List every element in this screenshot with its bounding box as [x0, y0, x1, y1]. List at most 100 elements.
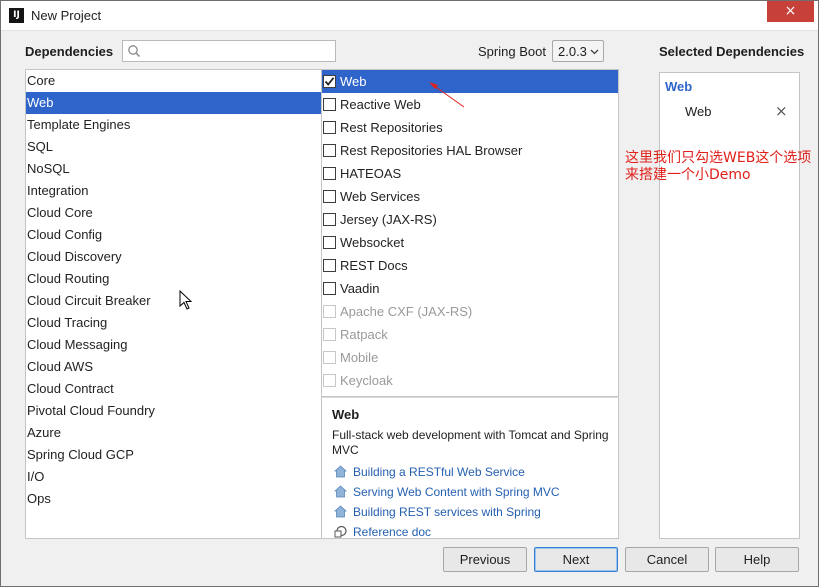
category-item[interactable]: Cloud Discovery	[26, 246, 321, 268]
new-project-dialog: IJ New Project × Dependencies Spring Boo…	[0, 0, 819, 587]
spring-boot-version-select[interactable]: 2.0.3	[552, 40, 604, 62]
dependency-list: Web Reactive Web Rest Repositories Rest Rep…	[321, 69, 619, 397]
checkbox[interactable]	[323, 167, 336, 180]
category-item[interactable]: SQL	[26, 136, 321, 158]
dependency-item[interactable]: Websocket	[322, 231, 618, 254]
guide-link-label: Serving Web Content with Spring MVC	[353, 485, 560, 499]
dependency-label: Rest Repositories	[340, 120, 443, 135]
checkbox[interactable]	[323, 75, 336, 88]
title-bar: IJ New Project ×	[1, 1, 818, 31]
home-icon	[334, 465, 347, 478]
dependency-label: Web	[340, 74, 367, 89]
category-item[interactable]: Cloud Contract	[26, 378, 321, 400]
previous-button[interactable]: Previous	[443, 547, 527, 572]
checkmark-icon	[324, 77, 335, 86]
window-title: New Project	[31, 8, 102, 23]
category-item[interactable]: Azure	[26, 422, 321, 444]
dependency-label: Apache CXF (JAX-RS)	[340, 304, 473, 319]
category-item[interactable]: NoSQL	[26, 158, 321, 180]
dependency-label: Web Services	[340, 189, 420, 204]
dependency-item[interactable]: Reactive Web	[322, 93, 618, 116]
intellij-app-icon: IJ	[9, 8, 24, 23]
mouse-cursor-icon	[179, 290, 193, 310]
category-item[interactable]: Core	[26, 70, 321, 92]
dependency-item[interactable]: Web	[322, 70, 618, 93]
checkbox[interactable]	[323, 259, 336, 272]
category-item[interactable]: Cloud AWS	[26, 356, 321, 378]
selected-dependency-item: Web	[685, 104, 712, 119]
dependency-item: Keycloak	[322, 369, 618, 392]
checkbox[interactable]	[323, 144, 336, 157]
reference-doc-label: Reference doc	[353, 525, 432, 539]
category-item[interactable]: Cloud Routing	[26, 268, 321, 290]
category-list: Core Web Template Engines SQL NoSQL Integrati…	[25, 69, 322, 539]
checkbox[interactable]	[323, 98, 336, 111]
chevron-down-icon	[590, 49, 599, 55]
dependency-label: Websocket	[340, 235, 405, 250]
search-icon	[128, 45, 141, 58]
guide-link-label: Building a RESTful Web Service	[353, 465, 525, 479]
dependency-label: Mobile	[340, 350, 379, 365]
category-item[interactable]: Spring Cloud GCP	[26, 444, 321, 466]
checkbox[interactable]	[323, 236, 336, 249]
dependency-item[interactable]: Web Services	[322, 185, 618, 208]
dependency-item[interactable]: Rest Repositories	[322, 116, 618, 139]
category-item[interactable]: Web	[26, 92, 321, 114]
checkbox	[323, 351, 336, 364]
selected-dependencies-panel: Web Web ×	[659, 72, 800, 539]
category-item[interactable]: Pivotal Cloud Foundry	[26, 400, 321, 422]
category-item[interactable]: Cloud Core	[26, 202, 321, 224]
category-item[interactable]: Ops	[26, 488, 321, 510]
category-item[interactable]: Cloud Config	[26, 224, 321, 246]
checkbox[interactable]	[323, 213, 336, 226]
checkbox	[323, 305, 336, 318]
dependency-item[interactable]: Jersey (JAX-RS)	[322, 208, 618, 231]
dependency-label: REST Docs	[340, 258, 408, 273]
selected-group-title: Web	[665, 79, 693, 94]
category-item[interactable]: Cloud Messaging	[26, 334, 321, 356]
spring-boot-version-value: 2.0.3	[558, 44, 587, 59]
guide-link-label: Building REST services with Spring	[353, 505, 541, 519]
category-item[interactable]: Integration	[26, 180, 321, 202]
checkbox[interactable]	[323, 121, 336, 134]
dependency-label: Ratpack	[340, 327, 388, 342]
search-input[interactable]	[145, 43, 331, 59]
annotation-note: 这里我们只勾选WEB这个选项来搭建一个小Demo	[625, 150, 812, 183]
checkbox[interactable]	[323, 190, 336, 203]
dependency-item[interactable]: Rest Repositories HAL Browser	[322, 139, 618, 162]
dependency-item[interactable]: REST Docs	[322, 254, 618, 277]
home-icon	[334, 505, 347, 518]
checkbox[interactable]	[323, 282, 336, 295]
dependency-label: Jersey (JAX-RS)	[340, 212, 437, 227]
dependency-item: Mobile	[322, 346, 618, 369]
dependency-item: Apache CXF (JAX-RS)	[322, 300, 618, 323]
checkbox	[323, 374, 336, 387]
dependency-label: Rest Repositories HAL Browser	[340, 143, 523, 158]
spring-boot-label: Spring Boot	[478, 44, 546, 59]
category-item[interactable]: Cloud Circuit Breaker	[26, 290, 321, 312]
dependency-label: Reactive Web	[340, 97, 421, 112]
description-text: Full-stack web development with Tomcat a…	[332, 428, 609, 457]
category-item[interactable]: Template Engines	[26, 114, 321, 136]
close-button[interactable]: ×	[767, 1, 814, 22]
description-title: Web	[332, 407, 360, 422]
checkbox	[323, 328, 336, 341]
dependency-label: Keycloak	[340, 373, 393, 388]
selected-dependencies-label: Selected Dependencies	[659, 44, 805, 59]
dependencies-label: Dependencies	[25, 44, 114, 59]
dependency-label: Vaadin	[340, 281, 380, 296]
remove-icon[interactable]: ×	[775, 102, 788, 120]
reference-icon	[334, 525, 347, 538]
next-button[interactable]: Next	[534, 547, 618, 572]
dependency-description-panel: Web Full-stack web development with Tomc…	[321, 397, 619, 539]
dependency-item[interactable]: Vaadin	[322, 277, 618, 300]
category-item[interactable]: I/O	[26, 466, 321, 488]
dependency-item: Ratpack	[322, 323, 618, 346]
dependency-item[interactable]: HATEOAS	[322, 162, 618, 185]
help-button[interactable]: Help	[715, 547, 799, 572]
search-field[interactable]	[122, 40, 336, 62]
dependency-label: HATEOAS	[340, 166, 402, 181]
home-icon	[334, 485, 347, 498]
category-item[interactable]: Cloud Tracing	[26, 312, 321, 334]
cancel-button[interactable]: Cancel	[625, 547, 709, 572]
